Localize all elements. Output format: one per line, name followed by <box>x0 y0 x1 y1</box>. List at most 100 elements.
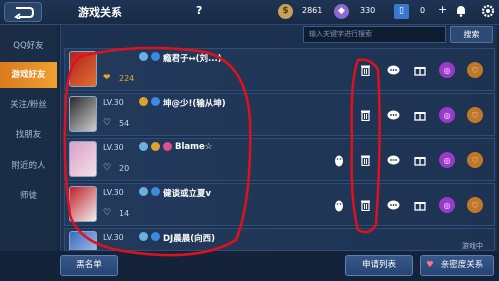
level-label: LV.30 <box>103 143 124 152</box>
intimacy-button[interactable]: ♡ <box>467 152 483 168</box>
card-icon: ◎ <box>443 155 451 165</box>
delete-friend-button[interactable] <box>357 62 373 78</box>
card-button[interactable]: ◎ <box>439 197 455 213</box>
back-button[interactable] <box>4 2 42 22</box>
delete-friend-button[interactable] <box>357 107 373 123</box>
gift-icon <box>414 202 426 211</box>
trash-icon <box>360 200 370 211</box>
penguin-icon <box>335 155 343 166</box>
diamond-icon: ◆ <box>334 4 349 19</box>
chat-button[interactable] <box>385 152 401 168</box>
chat-button[interactable] <box>385 62 401 78</box>
avatar[interactable] <box>69 96 97 132</box>
sidebar-item-follow-fans[interactable]: 关注/粉丝 <box>0 92 57 118</box>
sidebar-item-find-friends[interactable]: 找朋友 <box>0 122 57 148</box>
gold-amount: 2861 <box>302 6 323 15</box>
sidebar-item-game-friends[interactable]: 游戏好友 <box>0 62 57 88</box>
gift-button[interactable] <box>412 197 428 213</box>
sidebar-item-mentor[interactable]: 师徒 <box>0 183 57 209</box>
delete-friend-button[interactable] <box>357 152 373 168</box>
card-icon: ◎ <box>443 200 451 210</box>
friend-requests-button[interactable]: 申请列表 <box>345 255 413 276</box>
avatar[interactable] <box>69 186 97 222</box>
voucher-icon: ▯ <box>394 4 409 19</box>
gold-coin-icon: $ <box>278 4 293 19</box>
rank-badge-icon <box>151 142 160 151</box>
heart-badge-icon: ♡ <box>471 110 479 120</box>
card-icon: ◎ <box>443 110 451 120</box>
recharge-plus-button[interactable]: + <box>438 3 447 16</box>
friend-name: 健谈或立夏v <box>163 189 212 199</box>
intimacy-button[interactable]: ♡ <box>467 62 483 78</box>
friend-name: DJ晨晨(向西) <box>163 234 215 244</box>
friend-row[interactable]: 瘾君子↔(刘...) ❤ 224 ◎ ♡ <box>64 48 495 91</box>
card-icon: ◎ <box>443 65 451 75</box>
friend-row[interactable]: LV.30 坤@少!(输从坤) ♡ 54 ◎ ♡ <box>64 93 495 136</box>
gear-icon[interactable] <box>481 4 495 18</box>
gift-icon <box>414 157 426 166</box>
qq-invite-button[interactable] <box>331 197 347 213</box>
male-icon <box>151 187 160 196</box>
friend-name: 瘾君子↔(刘...) <box>163 54 222 64</box>
chat-bubble-icon <box>387 200 399 209</box>
penguin-icon <box>335 200 343 211</box>
trash-icon <box>360 155 370 166</box>
intimacy-heart-icon: ♡ <box>103 118 112 128</box>
bell-icon[interactable] <box>455 5 467 17</box>
heart-badge-icon: ♡ <box>471 200 479 210</box>
page-title: 游戏关系 <box>78 6 122 19</box>
help-button[interactable]: ? <box>196 4 202 17</box>
search-button[interactable]: 搜索 <box>450 26 493 43</box>
gift-button[interactable] <box>412 107 428 123</box>
avatar[interactable] <box>69 231 97 250</box>
female-icon <box>163 142 172 151</box>
heart-badge-icon: ♡ <box>471 155 479 165</box>
chat-button[interactable] <box>385 197 401 213</box>
gift-button[interactable] <box>412 62 428 78</box>
trash-icon <box>360 110 370 121</box>
diamond-amount: 330 <box>360 6 376 15</box>
online-status: 游戏中 <box>462 242 483 250</box>
friend-row[interactable]: LV.30 Blame☆ ♡ 20 ◎ ♡ <box>64 138 495 181</box>
friend-row[interactable]: LV.30 健谈或立夏v ♡ 14 ◎ ♡ <box>64 183 495 226</box>
gift-icon <box>414 67 426 76</box>
rank-badge-icon <box>139 97 148 106</box>
delete-friend-button[interactable] <box>357 197 373 213</box>
level-label: LV.30 <box>103 233 124 242</box>
avatar[interactable] <box>69 141 97 177</box>
intimacy-heart-icon: ♡ <box>103 163 112 173</box>
rank-badge-icon <box>139 142 148 151</box>
sidebar-item-nearby[interactable]: 附近的人 <box>0 153 57 179</box>
rank-badge-icon <box>139 232 148 241</box>
sidebar: QQ好友 游戏好友 关注/粉丝 找朋友 附近的人 师徒 <box>0 25 57 251</box>
search-input[interactable]: 输入关键字进行搜索 <box>303 26 446 43</box>
rank-badge-icon <box>139 187 148 196</box>
intimacy-button[interactable]: ♡ <box>467 197 483 213</box>
intimacy-button[interactable]: ♡ <box>467 107 483 123</box>
card-button[interactable]: ◎ <box>439 107 455 123</box>
intimacy-score: 20 <box>119 164 130 173</box>
qq-invite-button[interactable] <box>331 152 347 168</box>
male-icon <box>151 97 160 106</box>
voucher-amount: 0 <box>420 6 426 15</box>
chat-button[interactable] <box>385 107 401 123</box>
gift-button[interactable] <box>412 152 428 168</box>
male-icon <box>151 52 160 61</box>
blacklist-button[interactable]: 黑名单 <box>60 255 118 276</box>
gift-icon <box>414 112 426 121</box>
bottom-bar: 黑名单 申请列表 ♥ 亲密度关系 <box>0 251 499 281</box>
top-bar: 游戏关系 ? $ 2861 ◆ 330 ▯ 0 + <box>0 0 499 25</box>
trash-icon <box>360 65 370 76</box>
friend-row[interactable]: LV.30 DJ晨晨(向西) 游戏中 <box>64 228 495 251</box>
friend-name: 坤@少!(输从坤) <box>163 99 226 109</box>
chat-bubble-icon <box>387 110 399 119</box>
chat-bubble-icon <box>387 65 399 74</box>
card-button[interactable]: ◎ <box>439 152 455 168</box>
avatar[interactable] <box>69 51 97 87</box>
intimacy-relations-button[interactable]: ♥ 亲密度关系 <box>420 255 494 276</box>
sidebar-item-qq-friends[interactable]: QQ好友 <box>0 33 57 59</box>
level-label: LV.30 <box>103 98 124 107</box>
card-button[interactable]: ◎ <box>439 62 455 78</box>
heart-icon: ♥ <box>426 260 434 270</box>
intimacy-heart-icon: ♡ <box>103 208 112 218</box>
